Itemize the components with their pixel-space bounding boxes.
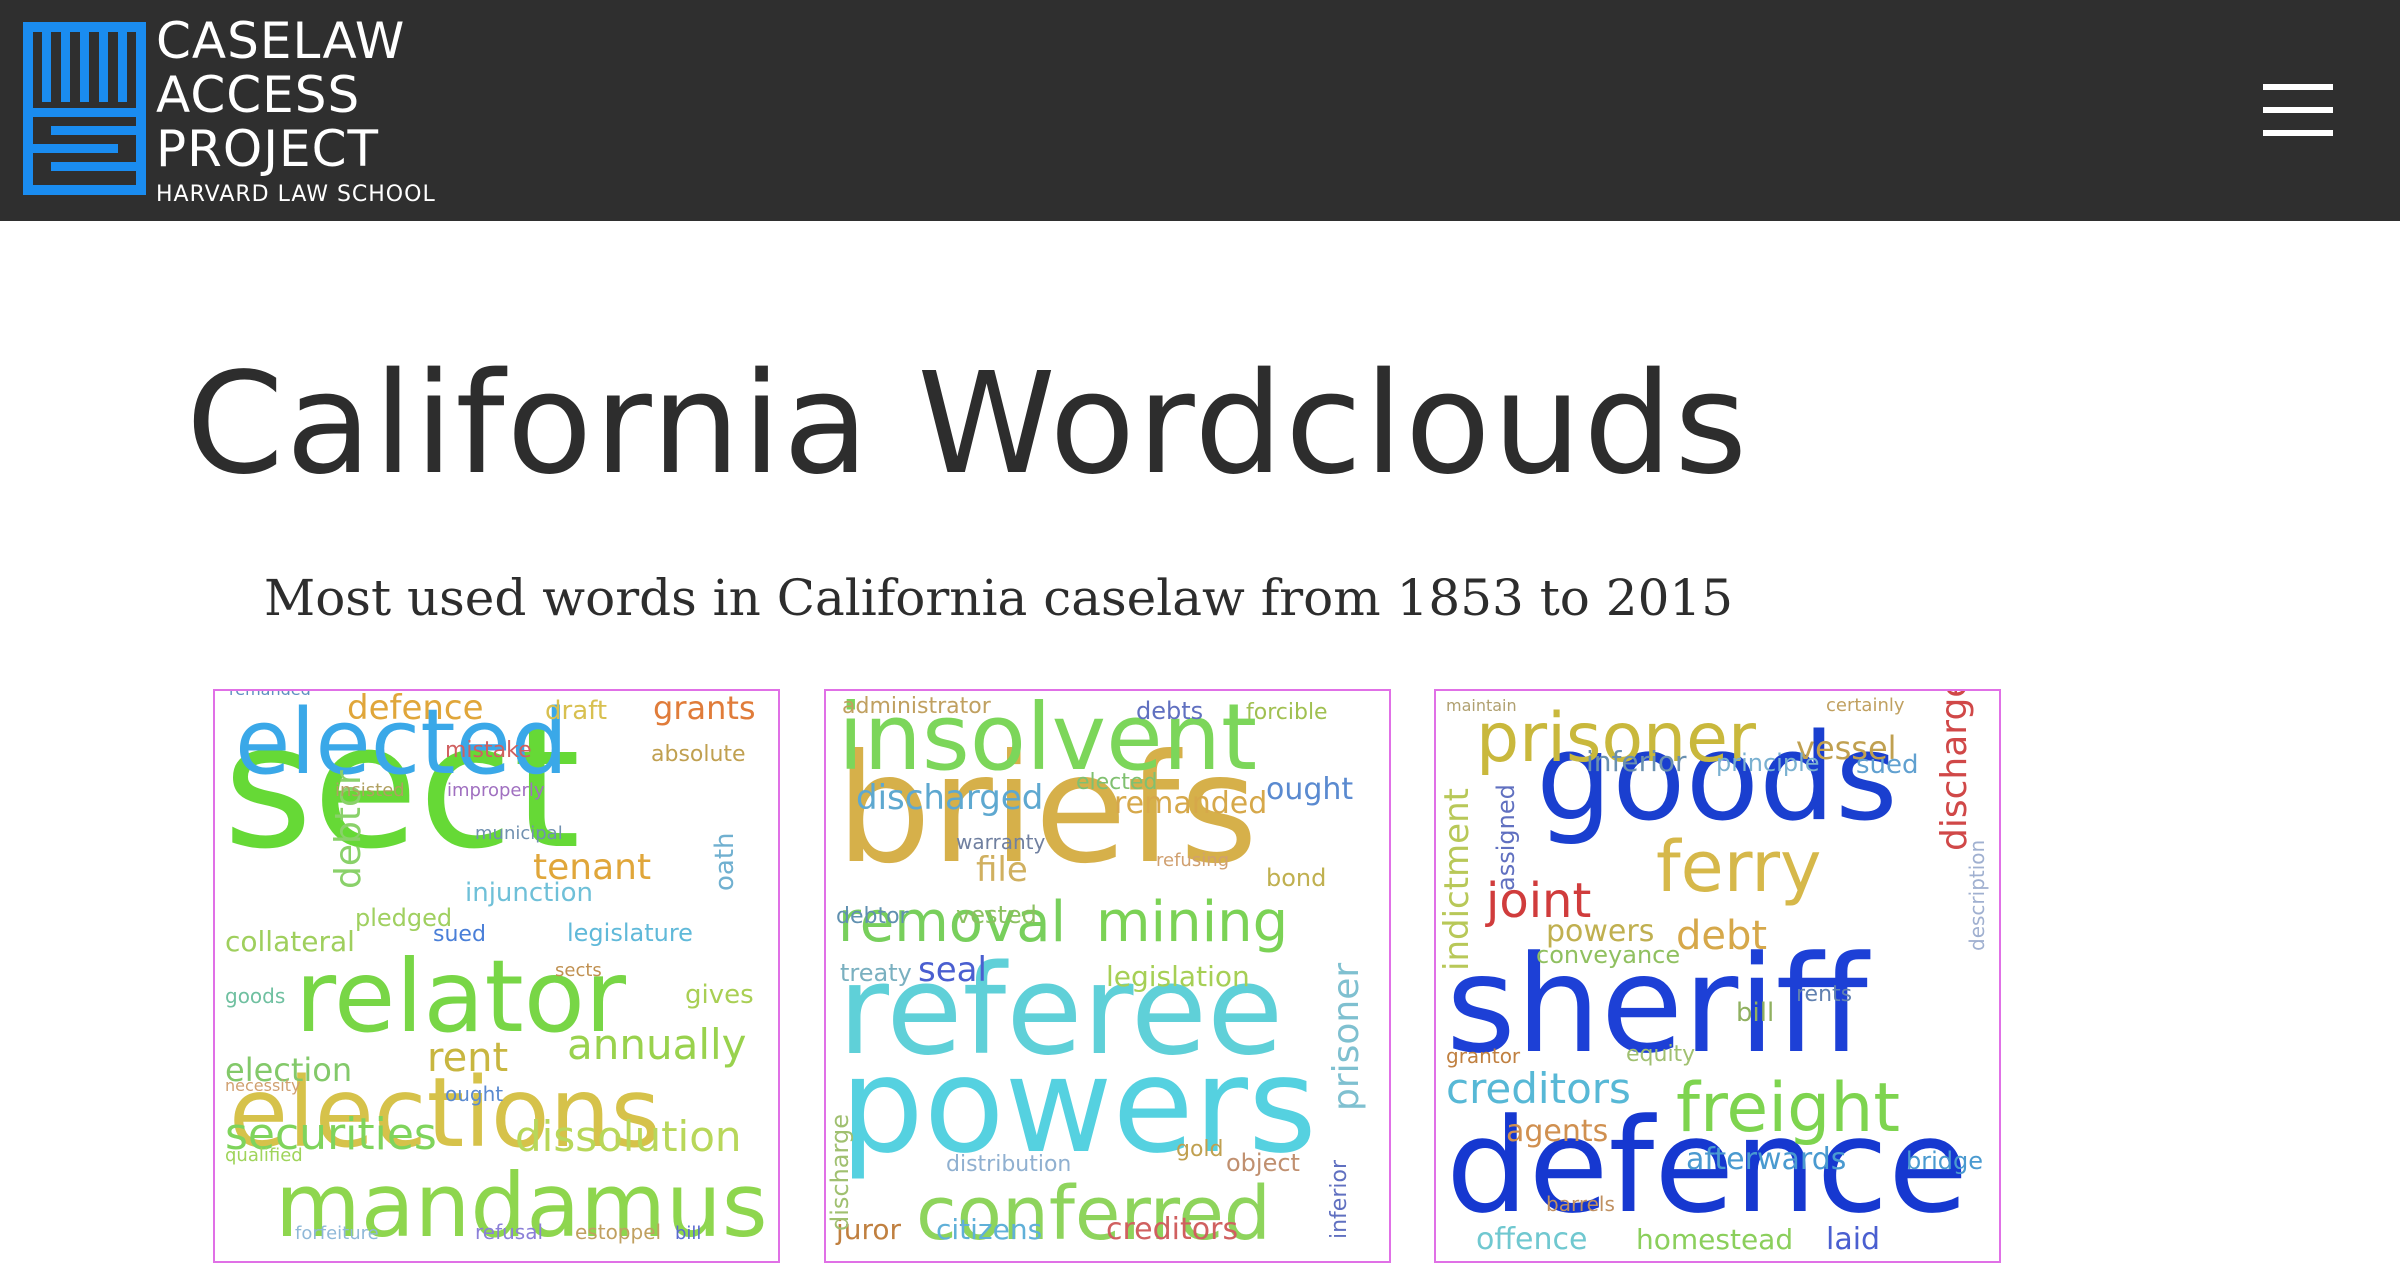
brand-line-1: CASELAW	[156, 12, 406, 70]
wordcloud-3[interactable]: goods sheriff defence prisoner ferry freight c…	[1434, 689, 2001, 1263]
wordcloud-2-word: elected	[1076, 770, 1157, 795]
wordcloud-1-word: remanded	[229, 691, 311, 699]
wordcloud-2-word: distribution	[946, 1152, 1071, 1177]
wordcloud-3-word: rents	[1796, 982, 1852, 1007]
menu-bar-top	[2263, 84, 2333, 90]
wordcloud-3-word: bridge	[1906, 1147, 1983, 1175]
wordcloud-2-canvas: briefsinsolventrefereepowersremoval minin…	[826, 691, 1367, 1257]
wordcloud-3-word: creditors	[1446, 1064, 1631, 1113]
wordcloud-3-word: agents	[1506, 1114, 1608, 1149]
wordcloud-3-word: freight	[1676, 1069, 1900, 1148]
wordcloud-3-word: barrels	[1546, 1192, 1615, 1216]
wordcloud-2-word: treaty	[840, 959, 912, 987]
wordcloud-1-word: absolute	[651, 742, 746, 767]
brand-line-3: PROJECT	[156, 120, 380, 178]
wordcloud-3-word: equity	[1626, 1042, 1695, 1067]
wordcloud-3-word: grantor	[1446, 1044, 1521, 1068]
wordcloud-3-word: homestead	[1636, 1223, 1793, 1256]
wordcloud-1-word: pledged	[355, 904, 452, 932]
wordcloud-2-word: object	[1226, 1149, 1300, 1177]
wordcloud-1-word: ought	[445, 1082, 503, 1106]
wordcloud-1-word: mistake	[445, 738, 532, 763]
wordcloud-3-word: maintain	[1446, 696, 1517, 715]
menu-bar-bottom	[2263, 130, 2333, 136]
wordcloud-1-word: sects	[555, 960, 602, 981]
wordcloud-2-word: inferior	[1327, 1159, 1352, 1239]
wordcloud-2-word: legislation	[1106, 960, 1250, 993]
wordcloud-3-word: laid	[1826, 1222, 1880, 1257]
page-title: California Wordclouds	[186, 343, 1750, 506]
hamburger-menu-button[interactable]	[2260, 80, 2336, 140]
wordcloud-1-word: forfeiture	[295, 1223, 379, 1244]
wordcloud-2-word: vested	[956, 901, 1037, 929]
wordcloud-3-word: assigned	[1492, 784, 1520, 891]
wordcloud-1-word: refusal	[475, 1220, 543, 1244]
caselaw-grid-logo-icon	[23, 22, 146, 195]
top-navigation-bar: CASELAW ACCESS PROJECT HARVARD LAW SCHOO…	[0, 0, 2400, 221]
wordcloud-2-word: forcible	[1246, 700, 1328, 725]
wordcloud-1-word: legislature	[567, 919, 693, 947]
wordcloud-2-word: bond	[1266, 864, 1326, 892]
wordcloud-2[interactable]: briefs insolvent referee powers removal minin…	[824, 689, 1391, 1263]
wordcloud-2-word: discharge	[826, 1114, 854, 1231]
wordcloud-3-word: principle	[1716, 749, 1820, 777]
menu-bar-middle	[2263, 107, 2333, 113]
wordcloud-3-word: afterwards	[1686, 1142, 1846, 1177]
wordcloud-1-word: necessity	[225, 1076, 300, 1095]
wordcloud-3-word: certainly	[1826, 695, 1905, 716]
wordcloud-1-word: gives	[685, 980, 754, 1010]
wordcloud-1-word: municipal	[475, 823, 563, 844]
wordcloud-2-word: refusing	[1156, 850, 1229, 871]
wordcloud-3-word: conveyance	[1536, 941, 1680, 969]
wordcloud-2-word: debtor	[836, 904, 910, 929]
wordcloud-3-word: debt	[1676, 913, 1767, 959]
wordcloud-2-word: warranty	[956, 830, 1045, 854]
page-subtitle: Most used words in California caselaw fr…	[264, 569, 1734, 627]
wordcloud-2-word: citizens	[936, 1213, 1042, 1246]
wordcloud-1-word: goods	[225, 984, 285, 1008]
wordcloud-2-word: prisoner	[1326, 963, 1367, 1111]
wordcloud-1-word: oath	[710, 832, 740, 891]
brand-wordmark: CASELAW ACCESS PROJECT HARVARD LAW SCHOO…	[156, 14, 436, 208]
wordcloud-1-word: rent	[427, 1035, 508, 1081]
wordcloud-1-word: defence	[347, 691, 484, 728]
wordcloud-1-word: qualified	[225, 1145, 303, 1166]
wordcloud-2-word: creditors	[1106, 1212, 1238, 1247]
wordcloud-3-word: ferry	[1656, 826, 1821, 908]
wordcloud-3-word: discharge	[1934, 691, 1975, 851]
brand-line-2: ACCESS	[156, 66, 361, 124]
wordcloud-2-word: discharged	[856, 778, 1043, 818]
wordcloud-1-word: insisted	[335, 780, 405, 801]
wordcloud-3-word: inferior	[1586, 745, 1687, 778]
wordcloud-1[interactable]: sect elected relator elections mandamus secur…	[213, 689, 780, 1263]
wordcloud-1-word: estoppel	[575, 1220, 661, 1244]
wordcloud-1-word: annually	[567, 1020, 747, 1069]
wordcloud-2-word: file	[976, 850, 1028, 890]
wordcloud-1-word: collateral	[225, 925, 355, 958]
wordcloud-2-word: administrator	[842, 694, 992, 719]
wordcloud-2-word: gold	[1176, 1137, 1224, 1162]
wordcloud-1-word: injunction	[465, 878, 593, 908]
wordcloud-2-word: debts	[1136, 697, 1203, 725]
wordcloud-3-word: bill	[1736, 998, 1774, 1028]
wordcloud-1-word: grants	[653, 691, 756, 727]
wordcloud-3-word: offence	[1476, 1222, 1587, 1257]
wordcloud-1-word: improperly	[447, 780, 545, 801]
wordcloud-2-word: ought	[1266, 772, 1353, 807]
wordcloud-1-canvas: sectelectedrelatorelectionsmandamussecur…	[223, 691, 768, 1257]
wordcloud-2-word: mining	[1096, 890, 1288, 955]
wordcloud-1-word: bill	[675, 1223, 701, 1244]
brand-subtitle: HARVARD LAW SCHOOL	[156, 182, 436, 207]
wordcloud-1-word: draft	[545, 696, 607, 726]
wordcloud-1-word: dissolution	[515, 1112, 742, 1161]
wordcloud-3-word: sued	[1856, 750, 1919, 780]
wordcloud-3-word: description	[1965, 840, 1989, 951]
wordcloud-3-word: indictment	[1437, 788, 1477, 971]
wordcloud-3-canvas: goodssheriffdefenceprisonerferryfreightc…	[1437, 691, 1989, 1257]
wordcloud-2-word: seal	[918, 950, 987, 990]
